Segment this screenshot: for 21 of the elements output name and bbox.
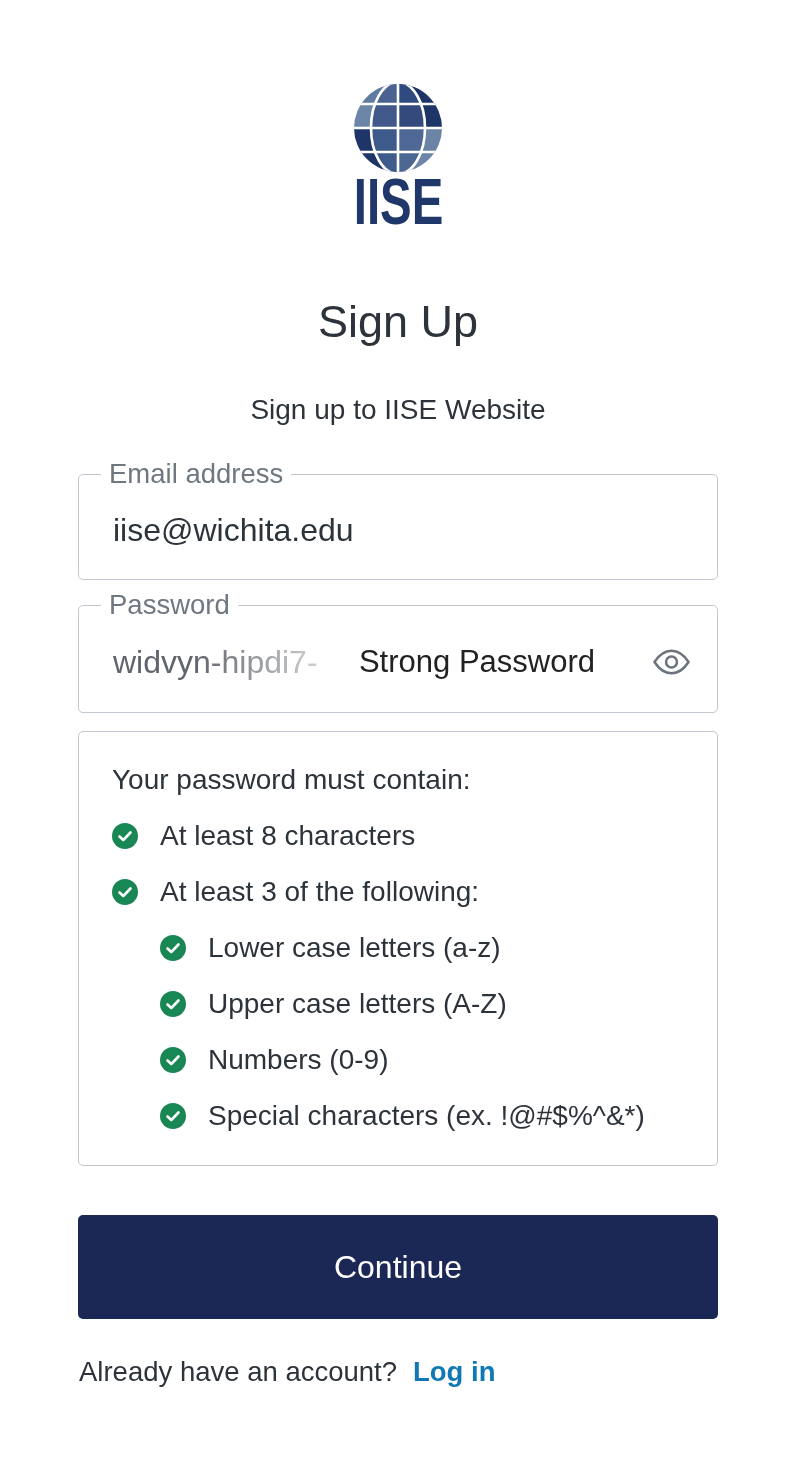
requirement-text: Special characters (ex. !@#$%^&*) <box>208 1100 645 1132</box>
field-value: widvyn-hipdi7- <box>113 643 318 681</box>
show-password-button[interactable] <box>653 649 690 675</box>
log-in-link[interactable]: Log in <box>413 1355 496 1389</box>
requirement-text: Lower case letters (a-z) <box>208 932 501 964</box>
requirement-text: Upper case letters (A-Z) <box>208 988 507 1020</box>
requirements-heading: Your password must contain: <box>112 764 471 796</box>
logo-text: IISE <box>353 170 443 234</box>
requirement-text: Numbers (0-9) <box>208 1044 389 1076</box>
requirement-text: At least 8 characters <box>160 820 416 852</box>
strong-password-suggestion[interactable]: Strong Password <box>358 643 595 681</box>
subtitle: Sign up to IISE Website <box>250 393 546 426</box>
field-label: Password <box>108 590 231 620</box>
page-title: Sign Up <box>317 295 479 349</box>
requirement-text: At least 3 of the following: <box>160 876 480 908</box>
field-value: iise@wichita.edu <box>113 511 354 549</box>
field-label: Email address <box>108 459 285 489</box>
globe-icon <box>354 84 442 172</box>
eye-icon <box>653 649 690 675</box>
account-prompt: Already have an account? <box>79 1355 397 1389</box>
continue-button[interactable]: Continue <box>78 1215 718 1319</box>
